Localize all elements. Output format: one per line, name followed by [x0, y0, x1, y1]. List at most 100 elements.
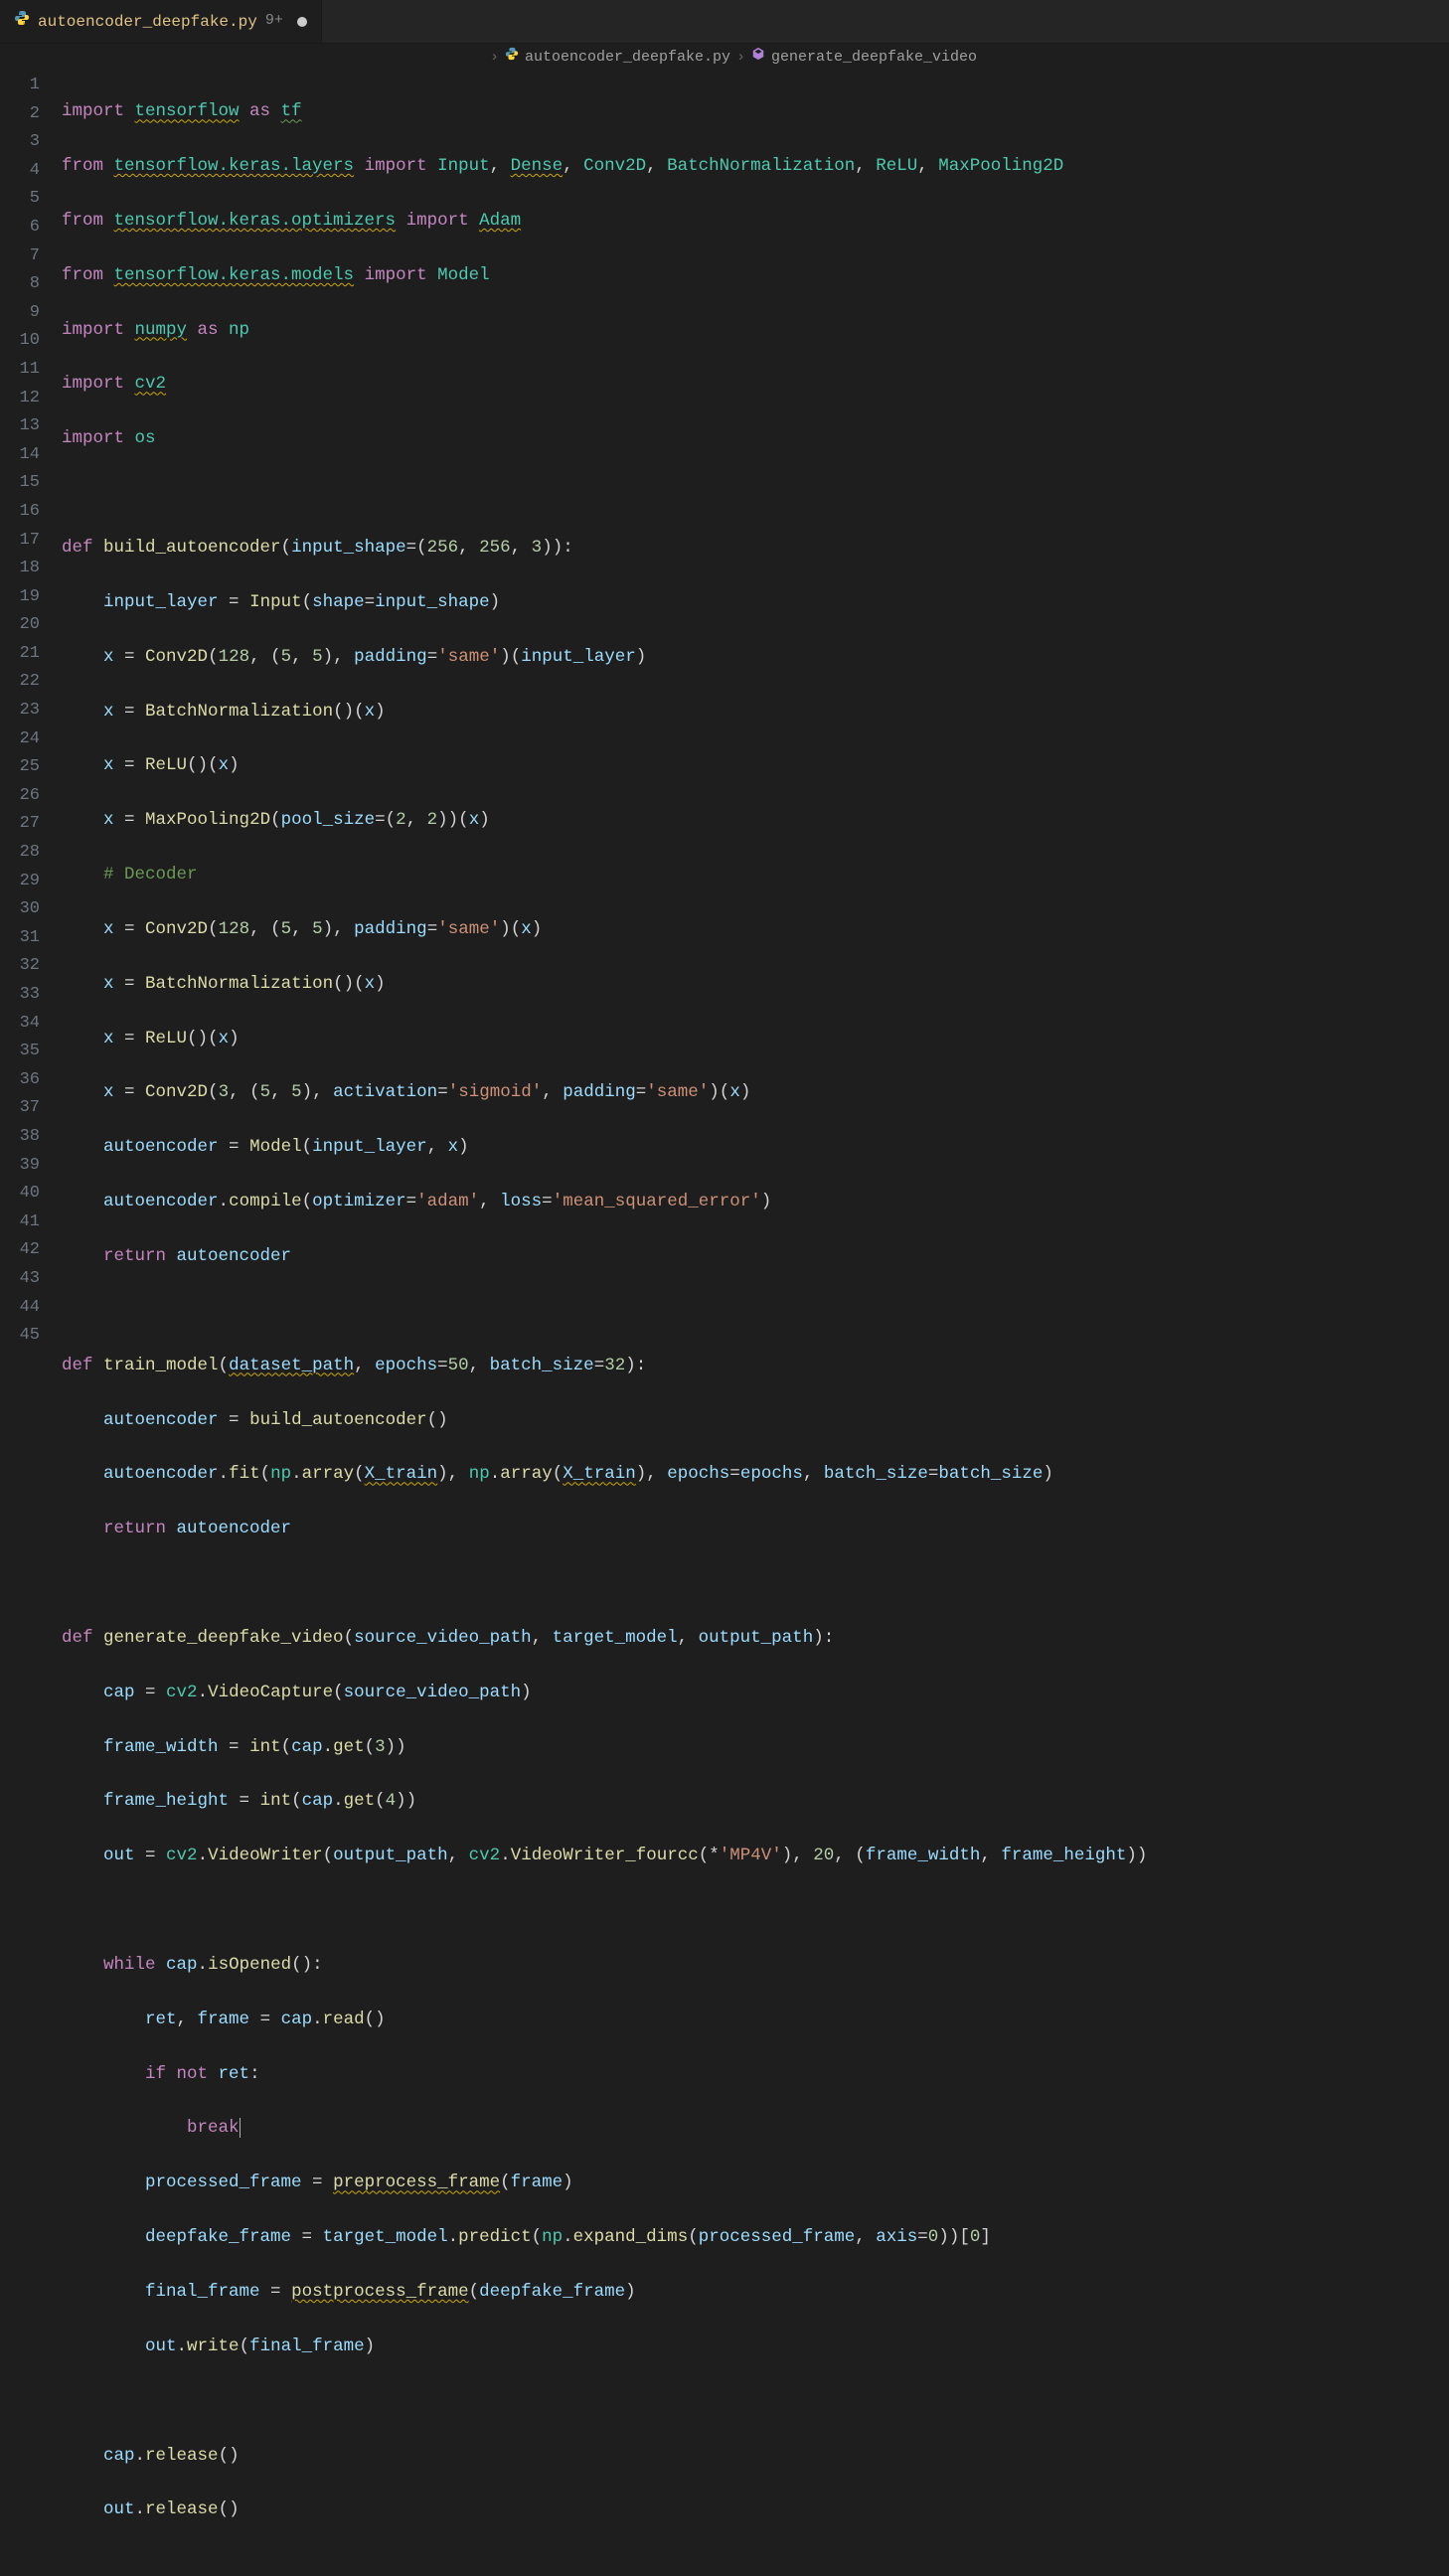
code-line: x = MaxPooling2D(pool_size=(2, 2))(x) — [62, 806, 1449, 835]
code-line: import tensorflow as tf — [62, 97, 1449, 126]
code-line: ret, frame = cap.read() — [62, 2006, 1449, 2034]
line-number: 26 — [0, 782, 40, 811]
dirty-indicator-icon[interactable] — [297, 17, 307, 27]
line-number: 19 — [0, 583, 40, 612]
code-line: import numpy as np — [62, 316, 1449, 345]
line-number: 32 — [0, 952, 40, 981]
code-line: frame_height = int(cap.get(4)) — [62, 1787, 1449, 1816]
line-number: 28 — [0, 839, 40, 868]
code-line — [62, 479, 1449, 508]
code-area[interactable]: import tensorflow as tf from tensorflow.… — [62, 72, 1449, 1363]
code-line: from tensorflow.keras.layers import Inpu… — [62, 152, 1449, 181]
line-number: 12 — [0, 385, 40, 413]
line-number: 40 — [0, 1180, 40, 1208]
line-number: 44 — [0, 1294, 40, 1323]
code-line: autoencoder.compile(optimizer='adam', lo… — [62, 1188, 1449, 1216]
code-line: from tensorflow.keras.models import Mode… — [62, 261, 1449, 290]
line-number: 3 — [0, 128, 40, 157]
editor[interactable]: 1234567891011121314151617181920212223242… — [0, 72, 1449, 1363]
code-line: out = cv2.VideoWriter(output_path, cv2.V… — [62, 1842, 1449, 1870]
code-line: input_layer = Input(shape=input_shape) — [62, 588, 1449, 617]
code-line — [62, 2387, 1449, 2416]
code-line: def build_autoencoder(input_shape=(256, … — [62, 534, 1449, 563]
line-number: 10 — [0, 327, 40, 356]
code-line: autoencoder = Model(input_layer, x) — [62, 1133, 1449, 1162]
line-number: 17 — [0, 527, 40, 556]
code-line: def train_model(dataset_path, epochs=50,… — [62, 1352, 1449, 1380]
line-number: 21 — [0, 640, 40, 669]
code-line: cap.release() — [62, 2442, 1449, 2471]
line-number: 6 — [0, 214, 40, 242]
python-icon — [14, 10, 30, 34]
line-number: 5 — [0, 185, 40, 214]
code-line: import cv2 — [62, 370, 1449, 399]
chevron-right-icon: › — [736, 47, 745, 70]
line-number: 33 — [0, 981, 40, 1010]
line-number: 41 — [0, 1208, 40, 1237]
code-line: from tensorflow.keras.optimizers import … — [62, 207, 1449, 236]
line-number-gutter: 1234567891011121314151617181920212223242… — [0, 72, 62, 1363]
line-number: 39 — [0, 1152, 40, 1181]
code-line: autoencoder = build_autoencoder() — [62, 1406, 1449, 1435]
line-number: 16 — [0, 498, 40, 527]
breadcrumb-file[interactable]: autoencoder_deepfake.py — [525, 47, 730, 70]
code-line: x = ReLU()(x) — [62, 1025, 1449, 1053]
line-number: 35 — [0, 1038, 40, 1066]
line-number: 4 — [0, 157, 40, 186]
code-line — [62, 1896, 1449, 1925]
line-number: 43 — [0, 1265, 40, 1294]
code-line: def generate_deepfake_video(source_video… — [62, 1624, 1449, 1653]
code-line: while cap.isOpened(): — [62, 1951, 1449, 1980]
code-line: out.write(final_frame) — [62, 2333, 1449, 2361]
line-number: 1 — [0, 72, 40, 100]
code-line: frame_width = int(cap.get(3)) — [62, 1733, 1449, 1762]
line-number: 22 — [0, 668, 40, 697]
code-line: autoencoder.fit(np.array(X_train), np.ar… — [62, 1460, 1449, 1489]
code-line — [62, 1569, 1449, 1598]
chevron-right-icon: › — [490, 47, 499, 70]
line-number: 23 — [0, 697, 40, 725]
line-number: 30 — [0, 895, 40, 924]
code-line: break — [62, 2114, 1449, 2143]
line-number: 37 — [0, 1094, 40, 1123]
code-line: x = Conv2D(3, (5, 5), activation='sigmoi… — [62, 1078, 1449, 1107]
code-line: x = BatchNormalization()(x) — [62, 698, 1449, 726]
breadcrumb: › autoencoder_deepfake.py › generate_dee… — [0, 44, 1449, 72]
code-line: import os — [62, 424, 1449, 453]
code-line: # Decoder — [62, 861, 1449, 889]
code-line: out.release() — [62, 2496, 1449, 2524]
line-number: 25 — [0, 753, 40, 782]
line-number: 14 — [0, 441, 40, 470]
line-number: 24 — [0, 725, 40, 754]
line-number: 20 — [0, 611, 40, 640]
line-number: 31 — [0, 924, 40, 953]
python-icon — [505, 47, 519, 70]
tab-bar: autoencoder_deepfake.py 9+ — [0, 0, 1449, 44]
line-number: 9 — [0, 299, 40, 328]
line-number: 45 — [0, 1322, 40, 1351]
line-number: 42 — [0, 1236, 40, 1265]
code-line: x = BatchNormalization()(x) — [62, 970, 1449, 999]
line-number: 2 — [0, 100, 40, 129]
line-number: 13 — [0, 412, 40, 441]
code-line: if not ret: — [62, 2060, 1449, 2089]
line-number: 8 — [0, 270, 40, 299]
line-number: 34 — [0, 1010, 40, 1039]
line-number: 36 — [0, 1066, 40, 1095]
code-line — [62, 1297, 1449, 1326]
line-number: 29 — [0, 868, 40, 896]
code-line: x = ReLU()(x) — [62, 751, 1449, 780]
code-line: x = Conv2D(128, (5, 5), padding='same')(… — [62, 643, 1449, 672]
code-line: deepfake_frame = target_model.predict(np… — [62, 2223, 1449, 2252]
line-number: 18 — [0, 555, 40, 583]
code-line: final_frame = postprocess_frame(deepfake… — [62, 2278, 1449, 2307]
code-line: return autoencoder — [62, 1242, 1449, 1271]
line-number: 7 — [0, 242, 40, 271]
line-number: 38 — [0, 1123, 40, 1152]
code-line: x = Conv2D(128, (5, 5), padding='same')(… — [62, 915, 1449, 944]
breadcrumb-symbol[interactable]: generate_deepfake_video — [771, 47, 977, 70]
tab-badge: 9+ — [265, 10, 283, 33]
tab-filename: autoencoder_deepfake.py — [38, 10, 257, 34]
symbol-method-icon — [751, 47, 765, 70]
tab-active[interactable]: autoencoder_deepfake.py 9+ — [0, 0, 322, 43]
